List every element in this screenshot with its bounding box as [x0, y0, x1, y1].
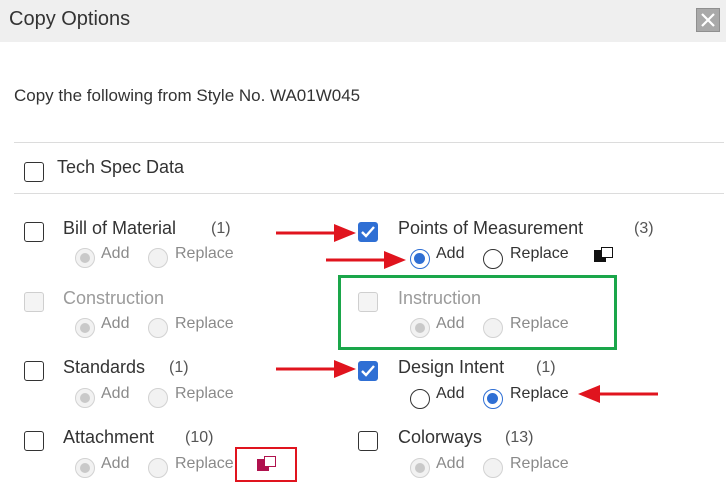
design-intent-count: (1) — [536, 359, 556, 376]
points-of-measurement-count: (3) — [634, 220, 654, 237]
attachment-checkbox[interactable] — [24, 431, 44, 451]
design-intent-add-radio[interactable] — [410, 389, 430, 409]
standards-label: Standards — [63, 357, 146, 377]
points-of-measurement-replace-label: Replace — [510, 245, 569, 262]
annotation-arrow — [276, 224, 356, 242]
standards-checkbox[interactable] — [24, 361, 44, 381]
points-of-measurement-label: Points of Measurement — [398, 218, 584, 238]
design-intent-checkbox[interactable] — [358, 361, 378, 381]
annotation-arrow — [578, 385, 658, 403]
copy-detail-icon[interactable] — [594, 247, 614, 263]
design-intent-add-label: Add — [436, 385, 465, 402]
close-icon[interactable] — [696, 8, 720, 32]
colorways-replace-radio[interactable] — [483, 458, 503, 478]
attachment-replace-radio[interactable] — [148, 458, 168, 478]
divider — [14, 193, 724, 194]
bill-of-material-count: (1) — [211, 220, 231, 237]
standards-replace-radio[interactable] — [148, 388, 168, 408]
dialog-title: Copy Options — [9, 8, 131, 30]
construction-replace-label: Replace — [175, 315, 234, 332]
construction-add-label: Add — [101, 315, 130, 332]
points-of-measurement-replace-radio[interactable] — [483, 249, 503, 269]
points-of-measurement-add-label: Add — [436, 245, 465, 262]
attachment-add-radio[interactable] — [75, 458, 95, 478]
attachment-count: (10) — [185, 429, 214, 446]
colorways-replace-label: Replace — [510, 455, 569, 472]
construction-add-radio[interactable] — [75, 318, 95, 338]
attachment-highlight-box — [235, 447, 297, 482]
colorways-add-label: Add — [436, 455, 465, 472]
construction-replace-radio[interactable] — [148, 318, 168, 338]
instruction-highlight-box — [338, 275, 617, 350]
bill-of-material-replace-radio[interactable] — [148, 248, 168, 268]
standards-add-label: Add — [101, 385, 130, 402]
bill-of-material-add-radio[interactable] — [75, 248, 95, 268]
design-intent-replace-label: Replace — [510, 385, 569, 402]
colorways-label: Colorways — [398, 427, 483, 447]
annotation-arrow — [276, 360, 356, 378]
standards-replace-label: Replace — [175, 385, 234, 402]
tech-spec-data-label: Tech Spec Data — [57, 157, 185, 177]
construction-checkbox[interactable] — [24, 292, 44, 312]
bill-of-material-checkbox[interactable] — [24, 222, 44, 242]
points-of-measurement-add-radio[interactable] — [410, 249, 430, 269]
copy-source-text: Copy the following from Style No. WA01W0… — [14, 86, 361, 105]
dialog-titlebar: Copy Options — [0, 0, 726, 42]
construction-label: Construction — [63, 288, 165, 308]
bill-of-material-replace-label: Replace — [175, 245, 234, 262]
divider — [14, 142, 724, 143]
annotation-arrow — [326, 251, 406, 269]
attachment-add-label: Add — [101, 455, 130, 472]
attachment-label: Attachment — [63, 427, 155, 447]
colorways-add-radio[interactable] — [410, 458, 430, 478]
colorways-count: (13) — [505, 429, 534, 446]
design-intent-replace-radio[interactable] — [483, 389, 503, 409]
bill-of-material-label: Bill of Material — [63, 218, 177, 238]
design-intent-label: Design Intent — [398, 357, 505, 377]
points-of-measurement-checkbox[interactable] — [358, 222, 378, 242]
bill-of-material-add-label: Add — [101, 245, 130, 262]
standards-add-radio[interactable] — [75, 388, 95, 408]
attachment-replace-label: Replace — [175, 455, 234, 472]
standards-count: (1) — [169, 359, 189, 376]
colorways-checkbox[interactable] — [358, 431, 378, 451]
tech-spec-data-checkbox[interactable] — [24, 162, 44, 182]
